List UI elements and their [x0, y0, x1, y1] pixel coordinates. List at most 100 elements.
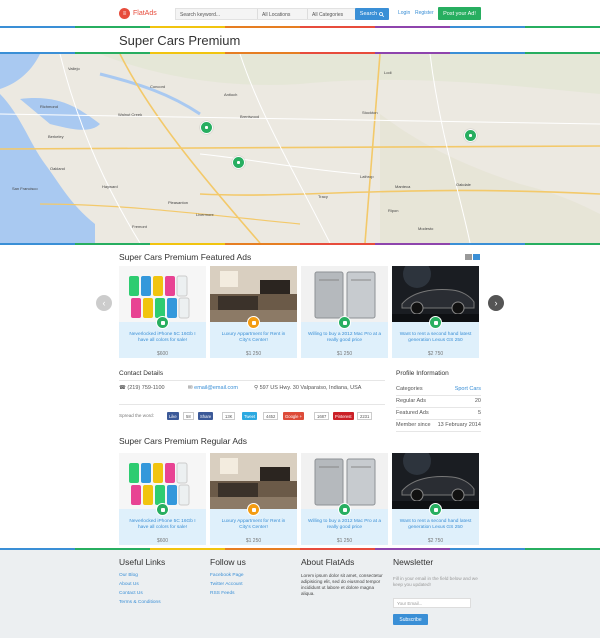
ad-image[interactable]: [210, 266, 297, 322]
ad-caption: Willing to buy a 2012 Mac Pro at a reall…: [301, 503, 388, 545]
google-plus-button[interactable]: Google +: [283, 412, 305, 420]
login-link[interactable]: Login: [398, 10, 410, 16]
ad-title[interactable]: Want to rent a second hand latest genera…: [398, 519, 473, 531]
ad-image[interactable]: [119, 266, 206, 322]
ad-price: $1 250: [336, 538, 353, 544]
map-marker[interactable]: [200, 121, 213, 134]
ad-caption: Willing to buy a 2012 Mac Pro at a reall…: [301, 316, 388, 358]
footer-link-blog[interactable]: Our Blog: [119, 573, 138, 578]
profile-value: 5: [477, 410, 481, 416]
ad-title[interactable]: Want to rent a second hand latest genera…: [398, 332, 473, 344]
tweet-button[interactable]: Tweet: [242, 412, 258, 420]
location-select[interactable]: All Locations: [258, 9, 308, 19]
ad-title[interactable]: Luxury Appartment for Rent in City's Cen…: [216, 332, 291, 344]
footer-link-rss[interactable]: RSS Feeds: [210, 591, 235, 596]
header-stripe: [0, 26, 600, 28]
footer-link-about[interactable]: About Us: [119, 582, 139, 587]
view-toggle[interactable]: [465, 254, 480, 260]
map-marker[interactable]: [464, 129, 477, 142]
profile-label: Categories: [396, 386, 423, 392]
facebook-share-button[interactable]: Share: [198, 412, 214, 420]
pinterest-button[interactable]: Pinterest: [333, 412, 354, 420]
search-button[interactable]: Search: [355, 8, 389, 20]
ad-image[interactable]: [210, 453, 297, 509]
ad-caption: Neverlocked iPhone 5C 16Gb I have all co…: [119, 503, 206, 545]
ad-title[interactable]: Willing to buy a 2012 Mac Pro at a reall…: [307, 519, 382, 531]
logo[interactable]: ≡ FlatAds: [119, 8, 157, 19]
post-ad-button[interactable]: Post your Ad!: [438, 7, 481, 20]
phone: ☎ (219) 759-1100: [119, 385, 165, 391]
logo-icon: ≡: [119, 8, 130, 19]
map-label: Antioch: [224, 92, 238, 97]
about-text: Lorem ipsum dolor sit amet, consectetur …: [301, 573, 383, 596]
ad-price: $1 250: [245, 351, 262, 357]
footer-link-facebook[interactable]: Facebook Page: [210, 573, 244, 578]
footer-link-terms[interactable]: Terms & Conditions: [119, 600, 161, 605]
map-label: Stockton: [362, 110, 378, 115]
map-label: Oakdale: [456, 182, 471, 187]
ad-card[interactable]: Neverlocked iPhone 5C 16Gb I have all co…: [119, 453, 206, 545]
ad-card[interactable]: Willing to buy a 2012 Mac Pro at a reall…: [301, 453, 388, 545]
list-view-icon[interactable]: [473, 254, 480, 260]
fb-share-count: 13K: [222, 412, 236, 420]
divider: [119, 404, 385, 405]
map-label: Lathrop: [360, 174, 374, 179]
ad-title[interactable]: Neverlocked iPhone 5C 16Gb I have all co…: [125, 332, 200, 344]
ad-title[interactable]: Luxury Appartment for Rent in City's Cen…: [216, 519, 291, 531]
ad-image[interactable]: [301, 266, 388, 322]
ad-image[interactable]: [392, 453, 479, 509]
email-link[interactable]: email@email.com: [194, 385, 238, 391]
map-label: Ripon: [388, 208, 399, 213]
ad-image[interactable]: [119, 453, 206, 509]
map-label: Pleasanton: [168, 200, 189, 205]
ad-caption: Want to rent a second hand latest genera…: [392, 316, 479, 358]
address: ⚲ 597 US Hwy. 30 Valparaiso, Indiana, US…: [254, 385, 361, 391]
ad-price: $1 250: [245, 538, 262, 544]
footer-link-contact[interactable]: Contact Us: [119, 591, 143, 596]
facebook-like-button[interactable]: Like: [167, 412, 179, 420]
divider: [396, 407, 481, 408]
tweet-count: 4452: [263, 412, 279, 420]
subscribe-button[interactable]: Subscribe: [393, 614, 428, 625]
ad-image[interactable]: [392, 266, 479, 322]
register-link[interactable]: Register: [415, 10, 434, 16]
email: ✉ email@email.com: [188, 385, 238, 391]
newsletter-email-input[interactable]: Your Email...: [393, 598, 471, 608]
map-label: Vallejo: [68, 66, 80, 71]
profile-value: 20: [474, 398, 481, 404]
divider: [396, 431, 481, 432]
ad-price: $600: [156, 351, 169, 357]
map-label: Lodi: [384, 70, 392, 75]
category-icon: [338, 316, 351, 329]
footer-link-twitter[interactable]: Twitter Account: [210, 582, 243, 587]
ad-card[interactable]: Neverlocked iPhone 5C 16Gb I have all co…: [119, 266, 206, 358]
map-marker[interactable]: [232, 156, 245, 169]
category-icon: [156, 316, 169, 329]
carousel-next-button[interactable]: ›: [488, 295, 504, 311]
search-input[interactable]: Search keyword...: [176, 9, 258, 19]
ad-title[interactable]: Willing to buy a 2012 Mac Pro at a reall…: [307, 332, 382, 344]
ad-card[interactable]: Luxury Appartment for Rent in City's Cen…: [210, 453, 297, 545]
category-icon: [338, 503, 351, 516]
ad-card[interactable]: Want to rent a second hand latest genera…: [392, 266, 479, 358]
carousel-prev-button[interactable]: ‹: [96, 295, 112, 311]
category-select[interactable]: All Categories: [308, 9, 356, 19]
ad-price: $2 750: [427, 538, 444, 544]
footer: [0, 550, 600, 638]
ad-card[interactable]: Willing to buy a 2012 Mac Pro at a reall…: [301, 266, 388, 358]
ad-price: $2 750: [427, 351, 444, 357]
ad-image[interactable]: [301, 453, 388, 509]
ad-price: $600: [156, 538, 169, 544]
phone-number: (219) 759-1100: [127, 385, 165, 391]
grid-view-icon[interactable]: [465, 254, 472, 260]
map-label: Richmond: [40, 104, 59, 109]
category-icon: [156, 503, 169, 516]
profile-value[interactable]: Sport Cars: [455, 386, 481, 392]
ad-title[interactable]: Neverlocked iPhone 5C 16Gb I have all co…: [125, 519, 200, 531]
category-icon: [429, 503, 442, 516]
ad-card[interactable]: Want to rent a second hand latest genera…: [392, 453, 479, 545]
category-icon: [429, 316, 442, 329]
ad-card[interactable]: Luxury Appartment for Rent in City's Cen…: [210, 266, 297, 358]
map[interactable]: Vallejo Concord Richmond Walnut Creek Be…: [0, 54, 600, 243]
ad-caption: Neverlocked iPhone 5C 16Gb I have all co…: [119, 316, 206, 358]
